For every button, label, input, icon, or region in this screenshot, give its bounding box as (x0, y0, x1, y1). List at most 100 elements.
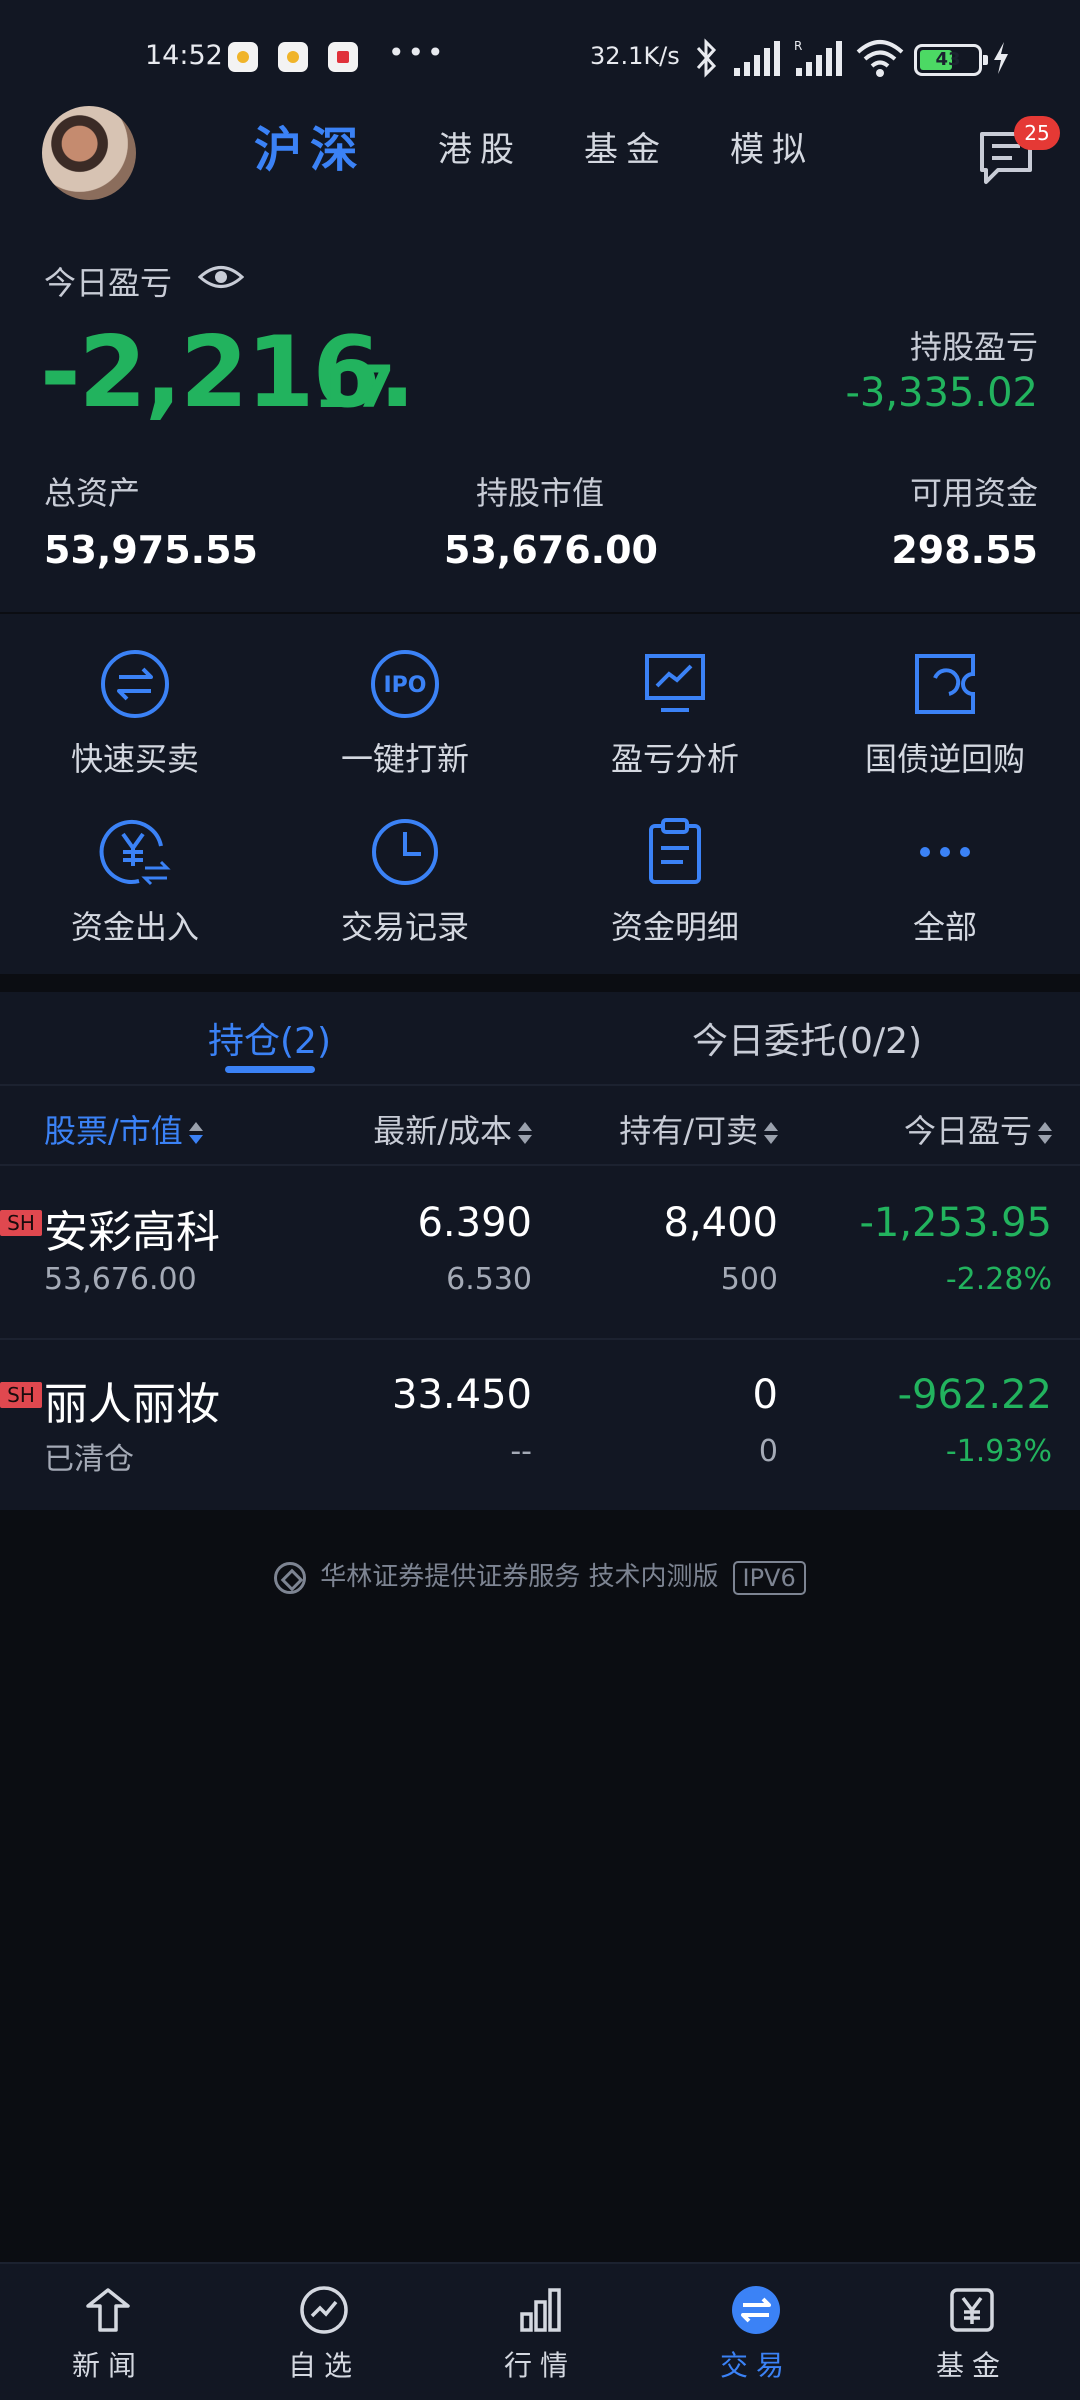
market-value-value: 53,676.00 (444, 528, 658, 572)
trade-icon (732, 2286, 780, 2334)
tab-positions[interactable]: 持仓(2) (208, 1012, 331, 1064)
today-pl-percent: -2.28% (945, 1262, 1052, 1297)
hold-quantity: 8,400 (663, 1200, 778, 1246)
tab-hk[interactable]: 港股 (438, 120, 522, 180)
available-funds-value: 298.55 (891, 528, 1038, 572)
shortcut-pl-analysis[interactable]: 盈亏分析 (540, 614, 810, 782)
tab-simulation[interactable]: 模拟 (730, 120, 814, 180)
nav-market[interactable]: 行情 (432, 2264, 648, 2400)
latest-price: 33.450 (392, 1372, 532, 1418)
nav-label: 自选 (287, 2349, 360, 2382)
holding-pl-label: 持股盈亏 (909, 328, 1038, 366)
shortcut-reverse-repo[interactable]: 国债逆回购 (810, 614, 1080, 782)
cost-price: 6.530 (446, 1262, 532, 1297)
column-label: 持有/可卖 (619, 1112, 758, 1150)
table-row[interactable]: SH 安彩高科 53,676.00 6.390 6.530 8,400 500 … (0, 1166, 1080, 1338)
net-speed: 32.1K/s (590, 42, 680, 70)
market-value-label: 持股市值 (475, 474, 604, 512)
battery-level: 43 (935, 49, 961, 70)
column-hold-sellable[interactable]: 持有/可卖 (619, 1106, 778, 1152)
notification-app-icon (328, 42, 358, 72)
watchlist-icon (300, 2286, 348, 2334)
divider (0, 1084, 1080, 1086)
total-assets-value: 53,975.55 (44, 528, 258, 572)
shortcut-funds-transfer[interactable]: 资金出入 (0, 782, 270, 950)
tab-fund[interactable]: 基金 (584, 120, 668, 180)
shortcut-funds-detail[interactable]: 资金明细 (540, 782, 810, 950)
table-row[interactable]: SH 丽人丽妆 已清仓 33.450 -- 0 0 -962.22 -1.93% (0, 1338, 1080, 1510)
more-notifications-icon: ••• (388, 36, 447, 69)
shortcut-label: 全部 (912, 908, 977, 946)
bluetooth-icon (696, 38, 717, 78)
signal-r-icon: R (794, 39, 842, 76)
sellable-quantity: 0 (758, 1434, 778, 1469)
shortcut-label: 一键打新 (340, 740, 469, 778)
broker-footer: 华林证券提供证券服务 技术内测版 IPV6 (0, 1556, 1080, 1595)
shortcut-quick-trade[interactable]: 快速买卖 (0, 614, 270, 782)
today-pl-decimal: 17 (314, 353, 395, 421)
today-pl-label: 今日盈亏 (44, 264, 173, 302)
sort-icon (188, 1120, 203, 1146)
stock-name: 丽人丽妆 (44, 1379, 220, 1430)
shortcut-all[interactable]: 全部 (810, 782, 1080, 950)
bottom-nav: 新闻 自选 行情 交易 基金 (0, 2262, 1080, 2400)
swap-icon (101, 650, 169, 718)
today-pl: -1,253.95 (859, 1200, 1052, 1246)
eye-icon[interactable] (198, 262, 244, 292)
tab-today-orders[interactable]: 今日委托(0/2) (692, 1012, 922, 1064)
nav-label: 行情 (503, 2349, 576, 2382)
app-header: 沪深 港股 基金 模拟 25 (0, 100, 1080, 210)
column-label: 今日盈亏 (903, 1112, 1032, 1150)
shortcut-label: 盈亏分析 (610, 740, 739, 778)
nav-fund[interactable]: 基金 (864, 2264, 1080, 2400)
column-price-cost[interactable]: 最新/成本 (373, 1106, 532, 1152)
nav-label: 交易 (719, 2349, 792, 2382)
sellable-quantity: 500 (720, 1262, 778, 1297)
holding-pl-value: -3,335.02 (845, 370, 1038, 416)
nav-trade[interactable]: 交易 (648, 2264, 864, 2400)
shortcut-label: 资金出入 (70, 908, 199, 946)
shortcut-label: 交易记录 (340, 908, 469, 946)
avatar[interactable] (42, 106, 136, 200)
total-assets: 总资产 53,975.55 (44, 468, 258, 572)
tab-indicator (225, 1066, 315, 1073)
exchange-tag: SH (0, 1382, 42, 1408)
yuan-transfer-icon (99, 819, 171, 886)
stock-market-value: 53,676.00 (44, 1262, 197, 1297)
nav-news[interactable]: 新闻 (0, 2264, 216, 2400)
exchange-tag: SH (0, 1210, 42, 1236)
tab-hs[interactable]: 沪深 (254, 120, 366, 180)
market-value: 持股市值 53,676.00 (444, 468, 658, 572)
sort-icon (1038, 1120, 1052, 1146)
status-bar: 14:52 ••• 32.1K/s R 43 (0, 0, 1080, 100)
shortcut-ipo[interactable]: IPO 一键打新 (270, 614, 540, 782)
nav-watchlist[interactable]: 自选 (216, 2264, 432, 2400)
stock-market-value: 已清仓 (44, 1442, 134, 1477)
column-label: 股票/市值 (44, 1112, 183, 1150)
status-time: 14:52 (145, 40, 223, 71)
news-icon (86, 2288, 130, 2332)
column-today-pl[interactable]: 今日盈亏 (904, 1106, 1052, 1152)
broker-text: 华林证券提供证券服务 技术内测版 (320, 1562, 719, 1592)
charging-icon (994, 42, 1008, 74)
latest-price: 6.390 (417, 1200, 532, 1246)
svg-text:IPO: IPO (383, 673, 426, 698)
column-stock-value[interactable]: 股票/市值 (44, 1106, 203, 1152)
sort-icon (518, 1120, 532, 1146)
shortcut-label: 快速买卖 (70, 740, 199, 778)
more-dots-icon (920, 847, 970, 857)
shortcut-trade-history[interactable]: 交易记录 (270, 782, 540, 950)
available-funds-label: 可用资金 (909, 474, 1038, 512)
ipo-icon: IPO (371, 650, 439, 718)
market-tabs: 沪深 港股 基金 模拟 (254, 120, 876, 180)
fund-icon (950, 2288, 994, 2332)
svg-text:R: R (794, 39, 802, 53)
signal-icon (734, 41, 780, 76)
today-pl-percent: -1.93% (945, 1434, 1052, 1469)
sort-icon (764, 1120, 778, 1146)
shortcut-grid: 快速买卖 IPO 一键打新 盈亏分析 国债逆回购 资金出入 交易记录 资金明细 … (0, 614, 1080, 974)
repo-icon (915, 654, 975, 714)
clock-icon (372, 819, 438, 885)
hold-quantity: 0 (752, 1372, 778, 1418)
clipboard-icon (649, 818, 701, 884)
